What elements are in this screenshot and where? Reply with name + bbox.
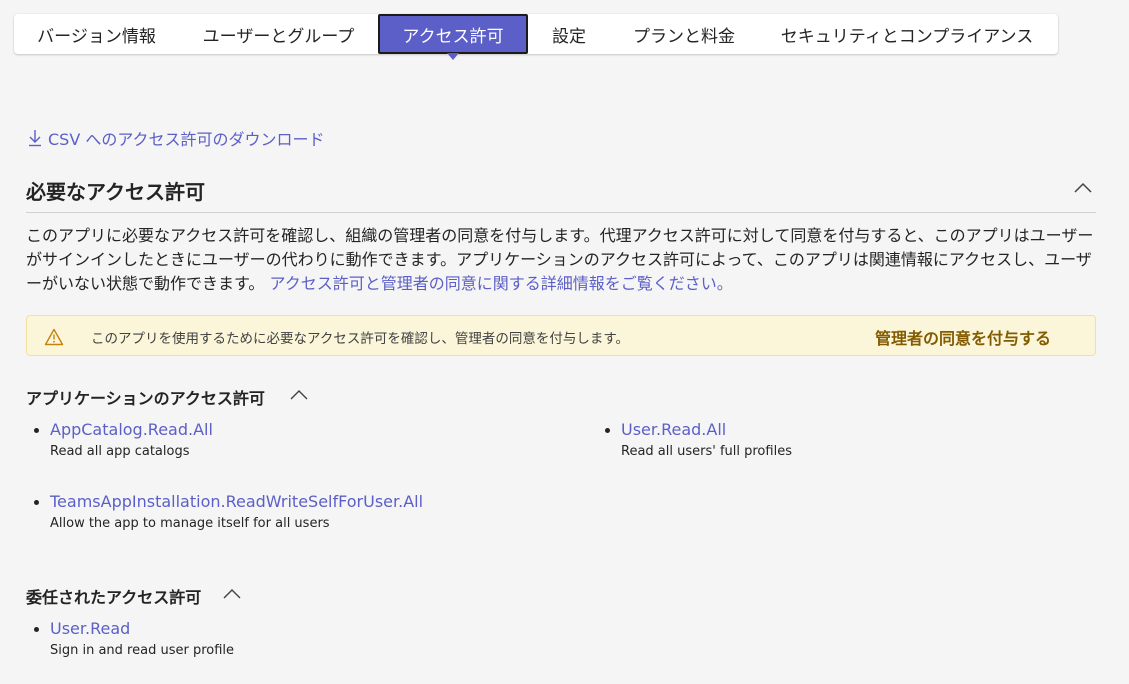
- consent-warning-banner: このアプリを使用するために必要なアクセス許可を確認し、管理者の同意を付与します。…: [26, 315, 1096, 356]
- permission-description: Read all app catalogs: [50, 444, 190, 459]
- tab-users-and-groups[interactable]: ユーザーとグループ: [179, 14, 378, 54]
- permission-name-link[interactable]: AppCatalog.Read.All: [50, 420, 213, 439]
- collapse-delegated-permissions-button[interactable]: [222, 586, 242, 605]
- required-description: このアプリに必要なアクセス許可を確認し、組織の管理者の同意を付与します。代理アク…: [26, 224, 1096, 296]
- warning-triangle-icon: [44, 328, 64, 346]
- download-csv-link[interactable]: CSV へのアクセス許可のダウンロード: [28, 126, 325, 150]
- chevron-up-icon: [290, 390, 308, 400]
- permission-item: TeamsAppInstallation.ReadWriteSelfForUse…: [34, 492, 423, 531]
- bullet: [605, 428, 610, 433]
- grant-admin-consent-button[interactable]: 管理者の同意を付与する: [875, 325, 1051, 349]
- application-permissions-title: アプリケーションのアクセス許可: [26, 389, 265, 408]
- tab-plans-and-pricing[interactable]: プランと料金: [610, 14, 758, 54]
- bullet: [34, 428, 39, 433]
- section-title-required-permissions: 必要なアクセス許可: [26, 180, 205, 204]
- download-arrow-icon: [29, 130, 41, 147]
- permission-item: User.Read.All Read all users' full profi…: [605, 420, 792, 459]
- warning-text: このアプリを使用するために必要なアクセス許可を確認し、管理者の同意を付与します。: [91, 331, 629, 347]
- chevron-up-icon: [223, 589, 241, 599]
- permission-item: AppCatalog.Read.All Read all app catalog…: [34, 420, 213, 459]
- tab-version-info[interactable]: バージョン情報: [14, 14, 179, 54]
- bullet: [34, 500, 39, 505]
- tab-settings[interactable]: 設定: [528, 14, 610, 54]
- bullet: [34, 627, 39, 632]
- permission-name-link[interactable]: User.Read.All: [621, 420, 792, 439]
- permission-description: Allow the app to manage itself for all u…: [50, 516, 330, 531]
- learn-more-link[interactable]: アクセス許可と管理者の同意に関する詳細情報をご覧ください。: [270, 274, 733, 293]
- tab-bar: バージョン情報 ユーザーとグループ アクセス許可 設定 プランと料金 セキュリテ…: [14, 14, 1058, 60]
- collapse-required-button[interactable]: [1073, 180, 1093, 199]
- permission-description: Sign in and read user profile: [50, 643, 235, 658]
- collapse-application-permissions-button[interactable]: [289, 387, 309, 406]
- tab-permissions[interactable]: アクセス許可: [378, 14, 528, 60]
- delegated-permissions-title: 委任されたアクセス許可: [26, 588, 202, 607]
- download-csv-label: CSV へのアクセス許可のダウンロード: [48, 130, 325, 149]
- permission-description: Read all users' full profiles: [621, 444, 792, 459]
- permission-name-link[interactable]: User.Read: [50, 619, 234, 638]
- chevron-up-icon: [1074, 182, 1092, 193]
- permission-name-link[interactable]: TeamsAppInstallation.ReadWriteSelfForUse…: [50, 492, 423, 511]
- section-divider: [26, 212, 1096, 213]
- tab-security-and-compliance[interactable]: セキュリティとコンプライアンス: [758, 14, 1056, 54]
- permission-item: User.Read Sign in and read user profile: [34, 619, 235, 658]
